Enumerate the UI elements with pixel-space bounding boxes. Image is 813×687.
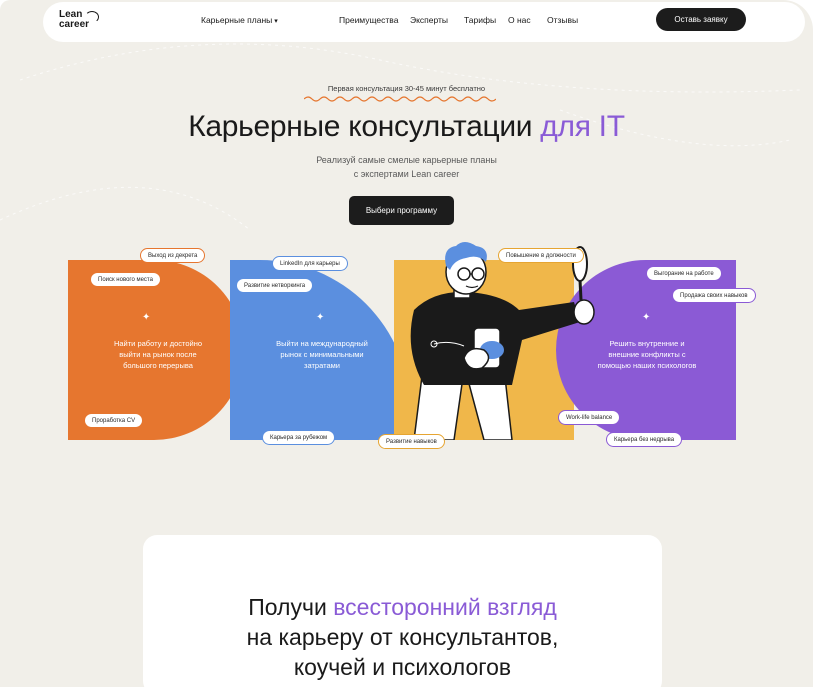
squiggle-underline [304,96,496,102]
nav-about-link[interactable]: О нас [508,15,531,25]
nav-advantages-link[interactable]: Преимущества [339,15,398,25]
pill-new-job[interactable]: Поиск нового места [90,272,161,287]
blue-line2: рынок с минимальными [280,350,364,359]
orange-block-text: Найти работу и достойно выйти на рынок п… [88,338,228,371]
pill-burnout[interactable]: Выгорание на работе [646,266,722,281]
heading-line3: коучей и психологов [293,654,512,680]
sparkle-icon: ✦ [142,312,151,323]
pill-cv[interactable]: Проработка CV [84,413,144,428]
leave-request-button[interactable]: Оставь заявку [656,8,746,31]
title-accent: для IT [540,110,625,143]
blue-line3: затратами [304,361,340,370]
heading-line1-main: Получи [248,594,334,620]
page-title: Карьерные консультации для IT [0,110,813,144]
lean-career-logo[interactable]: Lean career [59,10,107,36]
pill-promotion[interactable]: Повышение в должности [498,248,584,263]
nav-reviews-link[interactable]: Отзывы [547,15,578,25]
heading-line2: на карьеру от консультантов, [246,624,559,650]
sparkle-icon: ✦ [316,312,325,323]
page: Lean career Карьерные планы ▾ Преимуществ… [0,0,813,687]
nav-career-plans-label: Карьерные планы [201,15,273,25]
subtitle-line1: Реализуй самые смелые карьерные планы [316,155,497,165]
chevron-down-icon: ▾ [274,18,278,25]
pill-no-overwork[interactable]: Карьера без недрыва [606,432,683,447]
subtitle-line2: с экспертами Lean career [353,169,460,179]
pill-networking[interactable]: Развитие нетворкинга [236,278,314,293]
logo-arc-icon [85,11,99,23]
page-subtitle: Реализуй самые смелые карьерные планы с … [0,153,813,181]
heading-line1-accent: всесторонний взгляд [333,594,557,620]
choose-program-button[interactable]: Выбери программу [349,196,454,225]
pill-abroad[interactable]: Карьера за рубежом [262,430,336,445]
pill-linkedin[interactable]: LinkedIn для карьеры [272,256,348,271]
nav-tariffs-link[interactable]: Тарифы [464,15,496,25]
blue-line1: Выйти на международный [276,339,368,348]
blue-block-text: Выйти на международный рынок с минимальн… [252,338,392,371]
nav-career-plans-dropdown[interactable]: Карьерные планы ▾ [201,15,278,25]
section-heading: Получи всесторонний взгляд на карьеру от… [143,592,662,682]
logo-line2: career [59,19,90,30]
top-navbar: Lean career Карьерные планы ▾ Преимуществ… [43,2,805,42]
sparkle-icon: ✦ [642,312,651,323]
nav-experts-link[interactable]: Эксперты [410,15,448,25]
orange-line1: Найти работу и достойно [113,339,203,348]
pill-work-life[interactable]: Work-life balance [558,410,621,425]
orange-line3: большого перерыва [123,361,193,370]
overview-card: Получи всесторонний взгляд на карьеру от… [143,535,662,687]
pill-exit-maternity[interactable]: Выход из декрета [140,248,206,263]
free-consultation-note: Первая консультация 30-45 минут бесплатн… [327,84,486,93]
heading-line1: Получи всесторонний взгляд [143,592,662,622]
pill-skills[interactable]: Развитие навыков [378,434,445,449]
title-main: Карьерные консультации [188,110,541,143]
orange-line2: выйти на рынок после [119,350,197,359]
pill-sell-skills[interactable]: Продажа своих навыков [672,288,756,303]
